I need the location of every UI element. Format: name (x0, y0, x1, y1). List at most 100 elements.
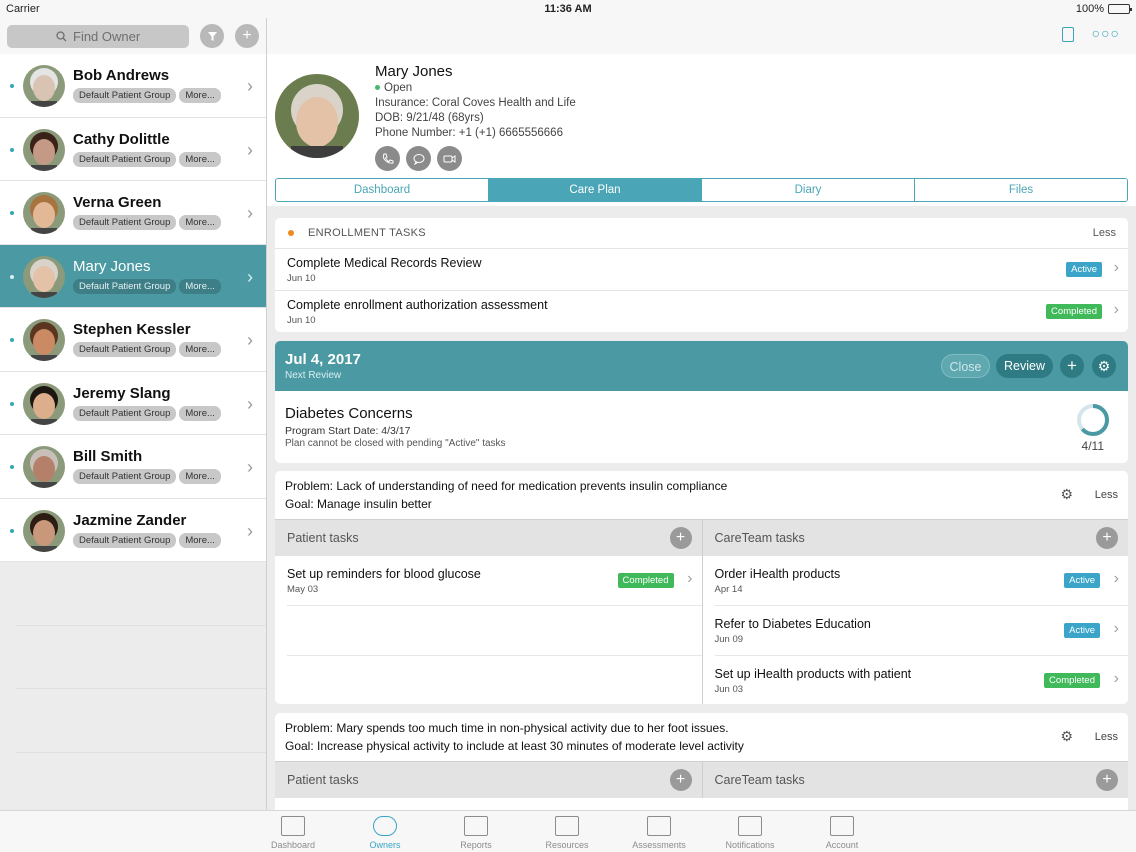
progress-ring (1077, 404, 1109, 436)
group-tag[interactable]: Default Patient Group (73, 405, 177, 421)
task-row[interactable]: Set up iHealth products with patient Jun… (715, 656, 1129, 704)
group-tag[interactable]: Default Patient Group (73, 151, 177, 167)
problem-text: Problem: Lack of understanding of need f… (285, 479, 728, 493)
tab-dashboard[interactable]: Dashboard (276, 179, 489, 201)
group-tag[interactable]: Default Patient Group (73, 532, 177, 548)
add-careteam-task-button[interactable]: + (1096, 527, 1118, 549)
care-plan-card: Jul 4, 2017 Next Review Close Review + ⚙… (275, 341, 1128, 463)
more-tag[interactable]: More... (179, 151, 221, 167)
tab-care-plan[interactable]: Care Plan (489, 179, 702, 201)
task-row[interactable]: Refer to Diabetes Education Jun 09 Activ… (714, 606, 1128, 656)
add-owner-button[interactable]: + (235, 24, 259, 48)
more-options-icon[interactable]: ○○○ (1092, 25, 1120, 41)
review-button[interactable]: Review (996, 354, 1053, 378)
more-tag[interactable]: More... (179, 405, 221, 421)
contact-actions (375, 146, 462, 171)
settings-gear-icon[interactable]: ⚙ (1060, 728, 1073, 745)
add-patient-task-button[interactable]: + (669, 769, 692, 791)
settings-gear-icon[interactable]: ⚙ (1060, 486, 1073, 503)
tabbar-label: Resources (545, 840, 589, 850)
patient-tasks-label: Patient tasks (287, 773, 359, 787)
task-columns: Patient tasks + Set up reminders for blo… (275, 519, 1128, 704)
add-careteam-task-button[interactable]: + (1096, 769, 1118, 791)
more-tag[interactable]: More... (179, 215, 221, 230)
plan-note: Plan cannot be closed with pending "Acti… (285, 438, 506, 449)
avatar (23, 319, 65, 361)
owner-row[interactable]: Cathy Dolittle Default Patient Group More.… (0, 118, 266, 181)
battery-percent: 100% (1075, 3, 1104, 15)
tabbar-notifications[interactable]: Notifications (710, 816, 790, 850)
problem-less-toggle[interactable]: Less (1095, 489, 1118, 501)
settings-gear-icon[interactable]: ⚙ (1092, 354, 1116, 378)
phone-call-button[interactable] (375, 146, 400, 171)
tabbar-account[interactable]: Account (802, 816, 882, 850)
owner-row[interactable]: Bill Smith Default Patient Group More... › (0, 435, 266, 499)
empty-task-row (287, 606, 702, 656)
owner-row[interactable]: Bob Andrews Default Patient Group More... › (0, 54, 266, 118)
chevron-right-icon: › (247, 139, 253, 160)
tabbar-dashboard[interactable]: Dashboard (253, 816, 333, 850)
more-tag[interactable]: More... (179, 278, 221, 294)
patient-tasks-label: Patient tasks (287, 531, 359, 545)
tab-diary[interactable]: Diary (702, 179, 915, 201)
patient-status: Open (375, 82, 412, 94)
detail-toolbar: ○○○ (267, 18, 1136, 54)
phone-icon (382, 153, 393, 164)
group-tag[interactable]: Default Patient Group (73, 278, 177, 294)
enrollment-task-row[interactable]: Complete enrollment authorization assess… (275, 290, 1128, 332)
problem-less-toggle[interactable]: Less (1095, 731, 1118, 743)
unread-dot-icon (10, 84, 14, 88)
message-button[interactable] (406, 146, 431, 171)
owner-row[interactable]: Jeremy Slang Default Patient Group More...… (0, 372, 266, 435)
tab-files[interactable]: Files (915, 179, 1127, 201)
video-call-button[interactable] (437, 146, 462, 171)
group-tag[interactable]: Default Patient Group (73, 88, 177, 103)
close-plan-button[interactable]: Close (941, 354, 990, 378)
owner-row[interactable]: Stephen Kessler Default Patient Group More… (0, 308, 266, 372)
task-row[interactable]: Order iHealth products Apr 14 Active › (714, 556, 1128, 606)
tabbar-reports[interactable]: Reports (436, 816, 516, 850)
more-tag[interactable]: More... (179, 469, 221, 484)
unread-dot-icon (10, 211, 14, 215)
avatar (23, 255, 65, 298)
owner-list: Bob Andrews Default Patient Group More... ›… (0, 54, 266, 562)
add-patient-task-button[interactable]: + (669, 527, 692, 549)
tabbar-owners[interactable]: Owners (345, 816, 425, 850)
patient-name: Mary Jones (375, 63, 453, 80)
careteam-tasks-column: CareTeam tasks + Order iHealth products … (701, 520, 1129, 704)
group-tag[interactable]: Default Patient Group (73, 469, 177, 484)
owner-name: Mary Jones (73, 257, 151, 275)
add-button[interactable]: + (1060, 354, 1084, 378)
task-date: Jun 09 (714, 634, 744, 645)
tabbar-assessments[interactable]: Assessments (619, 816, 699, 850)
report-icon (464, 816, 488, 836)
task-title: Set up iHealth products with patient (714, 667, 912, 681)
chevron-right-icon: › (247, 520, 253, 541)
chevron-right-icon: › (1113, 620, 1119, 637)
chevron-right-icon: › (1113, 570, 1119, 587)
filter-icon (207, 31, 217, 41)
patient-insurance: Insurance: Coral Coves Health and Life (375, 97, 576, 109)
enrollment-less-toggle[interactable]: Less (1093, 227, 1116, 239)
more-tag[interactable]: More... (179, 88, 221, 103)
owner-tags: Default Patient Group More... (73, 532, 221, 548)
document-icon[interactable] (1062, 27, 1074, 42)
group-tag[interactable]: Default Patient Group (73, 342, 177, 357)
owner-row[interactable]: Jazmine Zander Default Patient Group More.… (0, 499, 266, 562)
more-tag[interactable]: More... (179, 342, 221, 357)
task-date: Apr 14 (714, 584, 743, 595)
filter-button[interactable] (200, 24, 225, 48)
group-tag[interactable]: Default Patient Group (73, 215, 177, 230)
bell-icon (738, 816, 762, 836)
tabbar-resources[interactable]: Resources (527, 816, 607, 850)
owner-row[interactable]: Verna Green Default Patient Group More... › (0, 181, 266, 245)
search-input[interactable]: Find Owner (7, 24, 190, 48)
task-row[interactable]: Set up reminders for blood glucose May 0… (287, 556, 702, 606)
more-tag[interactable]: More... (179, 532, 221, 548)
plan-summary: Diabetes Concerns Program Start Date: 4/… (275, 391, 1128, 463)
empty-task-row (287, 656, 702, 704)
owner-row[interactable]: Mary Jones Default Patient Group More... › (0, 244, 266, 308)
problem-header: Problem: Lack of understanding of need f… (275, 471, 1128, 519)
enrollment-task-row[interactable]: Complete Medical Records Review Jun 10 A… (275, 248, 1128, 290)
chevron-right-icon: › (687, 570, 693, 587)
